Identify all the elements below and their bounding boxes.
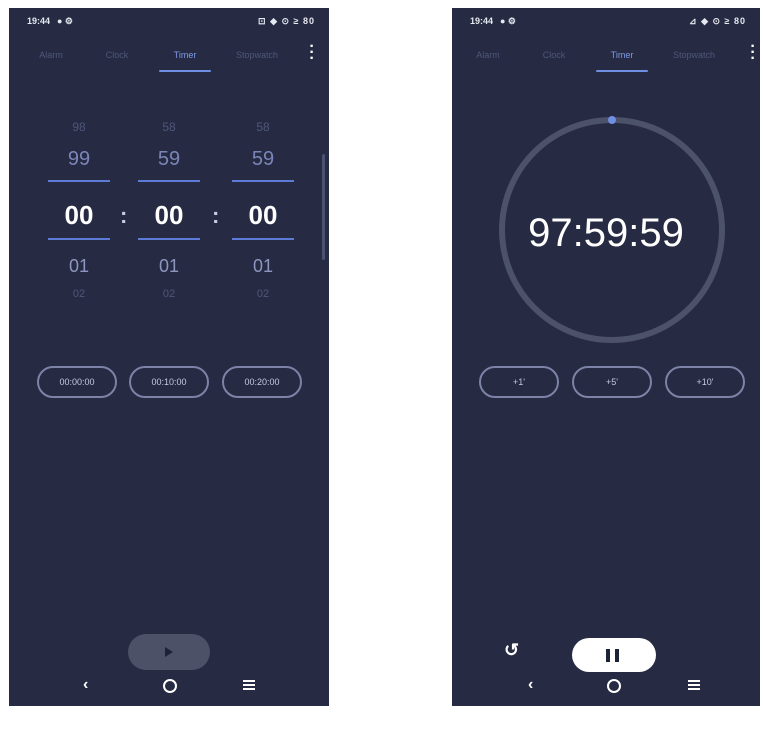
minutes-far-prev: 58 [162,120,176,134]
hours-selection-top [48,180,110,182]
notification-icons: ● ⚙ [57,16,74,26]
start-button[interactable] [128,634,210,670]
status-time: 19:44 [27,16,51,26]
navigation-bar: ‹ [9,666,329,706]
hours-next: 01 [68,256,90,276]
hours-prev: 99 [67,148,91,170]
seconds-selection-top [232,180,294,182]
minutes-selection-bottom [138,238,200,240]
tab-indicator [159,70,211,72]
home-icon[interactable] [607,679,621,693]
add-5-minutes-button[interactable]: +5' [572,366,652,398]
hours-picker[interactable]: 98 99 00 01 02 [43,116,115,316]
seconds-far-prev: 58 [256,120,270,134]
reset-icon[interactable]: ↺ [504,640,519,661]
system-icons: ⊡ ◆ ⊙ ≥ 80 [258,16,315,26]
tab-alarm[interactable]: Alarm [21,50,81,60]
system-icons: ⊿ ◆ ⊙ ≥ 80 [689,16,746,26]
notification-icons: ● ⚙ [500,16,517,26]
minutes-current[interactable]: 00 [133,200,205,231]
hours-selection-bottom [48,238,110,240]
more-vertical-icon[interactable]: · · · [748,39,758,67]
status-time: 19:44 [470,16,494,26]
hours-far-prev: 98 [72,120,86,134]
preset-button-1[interactable]: 00:00:00 [37,366,117,398]
play-icon [165,647,173,657]
back-icon[interactable]: ‹ [83,676,88,694]
seconds-current[interactable]: 00 [227,200,299,231]
navigation-bar: ‹ [452,666,760,706]
tab-clock[interactable]: Clock [524,50,584,60]
status-bar: 19:44 ● ⚙ ⊡ ◆ ⊙ ≥ 80 [27,14,315,28]
seconds-next: 01 [252,256,274,276]
status-bar: 19:44 ● ⚙ ⊿ ◆ ⊙ ≥ 80 [470,14,746,28]
separator-2: : [212,203,220,228]
more-vertical-icon[interactable]: · · · [307,39,317,67]
tab-stopwatch[interactable]: Stopwatch [664,50,724,60]
remaining-time: 97:59:59 [528,211,684,255]
minutes-picker[interactable]: 58 59 00 01 02 [133,116,205,316]
tab-alarm[interactable]: Alarm [458,50,518,60]
back-icon[interactable]: ‹ [528,676,533,694]
recents-icon[interactable] [243,680,255,690]
hours-current[interactable]: 00 [43,200,115,231]
seconds-picker[interactable]: 58 59 00 01 02 [227,116,299,316]
add-1-minute-button[interactable]: +1' [479,366,559,398]
progress-ring-indicator [608,116,616,124]
seconds-far-next: 02 [256,288,270,300]
preset-button-3[interactable]: 00:20:00 [222,366,302,398]
recents-icon[interactable] [688,680,700,690]
seconds-selection-bottom [232,238,294,240]
tab-timer[interactable]: Timer [592,50,652,60]
tab-clock[interactable]: Clock [87,50,147,60]
minutes-selection-top [138,180,200,182]
tab-stopwatch[interactable]: Stopwatch [227,50,287,60]
minutes-next: 01 [158,256,180,276]
preset-button-2[interactable]: 00:10:00 [129,366,209,398]
timer-running-screen: 19:44 ● ⚙ ⊿ ◆ ⊙ ≥ 80 Alarm Clock Timer S… [452,8,760,706]
pause-icon [606,649,610,662]
scrollbar[interactable] [322,154,325,260]
minutes-prev: 59 [157,148,181,170]
tab-timer[interactable]: Timer [155,50,215,60]
timer-setup-screen: 19:44 ● ⚙ ⊡ ◆ ⊙ ≥ 80 Alarm Clock Timer S… [9,8,329,706]
hours-far-next: 02 [72,288,86,300]
tab-bar: Alarm Clock Timer Stopwatch [452,50,760,76]
pause-icon-bar [615,649,619,662]
seconds-prev: 59 [251,148,275,170]
separator-1: : [120,203,128,228]
home-icon[interactable] [163,679,177,693]
add-10-minutes-button[interactable]: +10' [665,366,745,398]
minutes-far-next: 02 [162,288,176,300]
tab-indicator [596,70,648,72]
tab-bar: Alarm Clock Timer Stopwatch [9,50,329,76]
